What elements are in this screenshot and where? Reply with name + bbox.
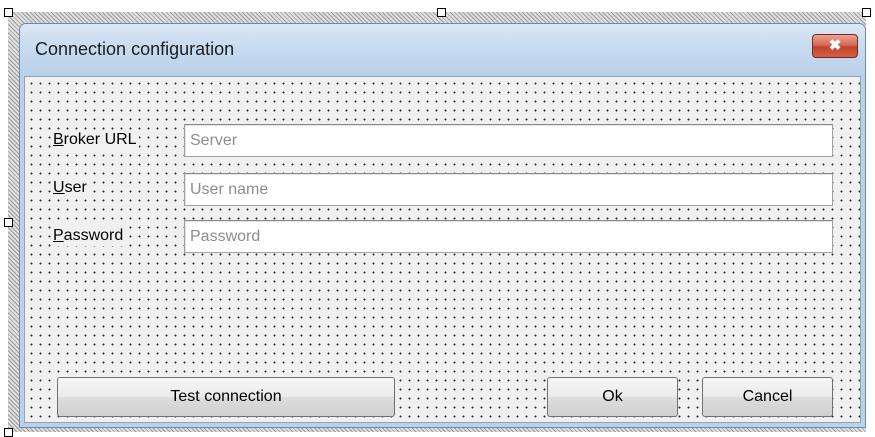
close-x-icon: ✖: [828, 37, 842, 54]
password-label: Password: [51, 226, 126, 246]
broker-url-label-text: roker URL: [63, 131, 137, 148]
user-access-key: U: [53, 179, 65, 196]
connection-dialog: Connection configuration ✖ Broker URL Us…: [19, 23, 866, 428]
title-bar[interactable]: Connection configuration ✖: [20, 24, 865, 76]
resize-handle-top-center[interactable]: [437, 8, 446, 17]
broker-url-access-key: B: [53, 131, 64, 148]
close-button[interactable]: ✖: [812, 34, 858, 58]
form-client-area: Broker URL User Password Test connection…: [24, 76, 861, 423]
broker-url-label: Broker URL: [51, 130, 139, 150]
user-label-text: ser: [64, 179, 87, 196]
resize-handle-top-left[interactable]: [4, 8, 13, 17]
password-label-text: assword: [63, 227, 124, 244]
user-input[interactable]: [184, 173, 833, 206]
broker-url-input[interactable]: [184, 124, 833, 157]
test-connection-button[interactable]: Test connection: [57, 377, 395, 417]
resize-handle-top-right[interactable]: [862, 8, 871, 17]
resize-handle-bottom-left[interactable]: [4, 428, 13, 437]
user-label: User: [51, 178, 89, 198]
password-input[interactable]: [184, 220, 833, 253]
cancel-button[interactable]: Cancel: [702, 377, 833, 417]
password-access-key: P: [53, 227, 64, 244]
ok-button[interactable]: Ok: [547, 377, 678, 417]
dialog-title: Connection configuration: [35, 39, 235, 59]
resize-handle-middle-left[interactable]: [4, 218, 13, 227]
